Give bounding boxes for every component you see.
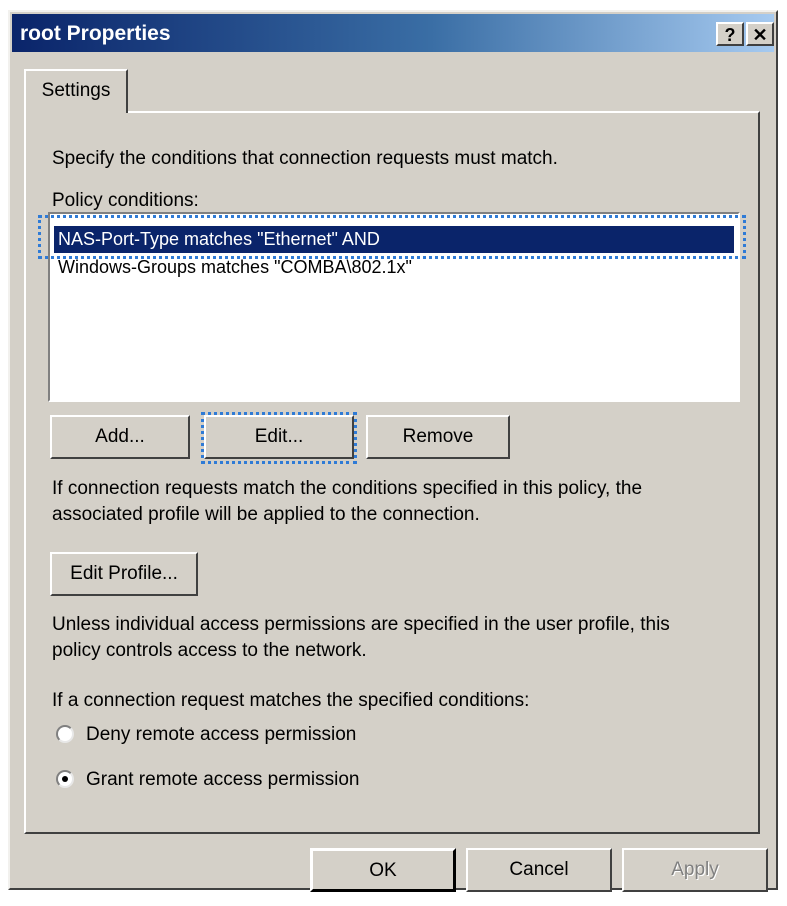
intro-text: Specify the conditions that connection r… [52,148,558,169]
deny-option-label[interactable]: Deny remote access permission [86,722,356,747]
list-focus-rect [38,215,746,259]
if-match-label: If a connection request matches the spec… [52,690,530,711]
ok-button[interactable]: OK [310,848,456,892]
tab-settings[interactable]: Settings [24,69,128,113]
policy-conditions-label: Policy conditions: [52,190,199,211]
edit-focus-rect [201,412,357,464]
cancel-button[interactable]: Cancel [466,848,612,892]
help-button[interactable]: ? [716,22,744,46]
grant-radio[interactable] [56,770,74,788]
apply-button[interactable]: Apply [622,848,768,892]
close-button[interactable]: ✕ [746,22,774,46]
remove-button[interactable]: Remove [366,415,510,459]
match-note-line2: associated profile will be applied to th… [52,504,480,525]
properties-dialog: root Properties ? ✕ Settings Specify the… [8,10,778,892]
grant-option-label[interactable]: Grant remote access permission [86,767,360,792]
permissions-note-line1: Unless individual access permissions are… [52,614,670,635]
title-bar[interactable]: root Properties ? ✕ [12,14,774,52]
grant-radio-dot [62,776,68,782]
add-button[interactable]: Add... [50,415,190,459]
deny-radio[interactable] [56,725,74,743]
permissions-note-line2: policy controls access to the network. [52,640,367,661]
edit-profile-button[interactable]: Edit Profile... [50,552,198,596]
match-note-line1: If connection requests match the conditi… [52,478,643,499]
window-title: root Properties [20,22,171,45]
